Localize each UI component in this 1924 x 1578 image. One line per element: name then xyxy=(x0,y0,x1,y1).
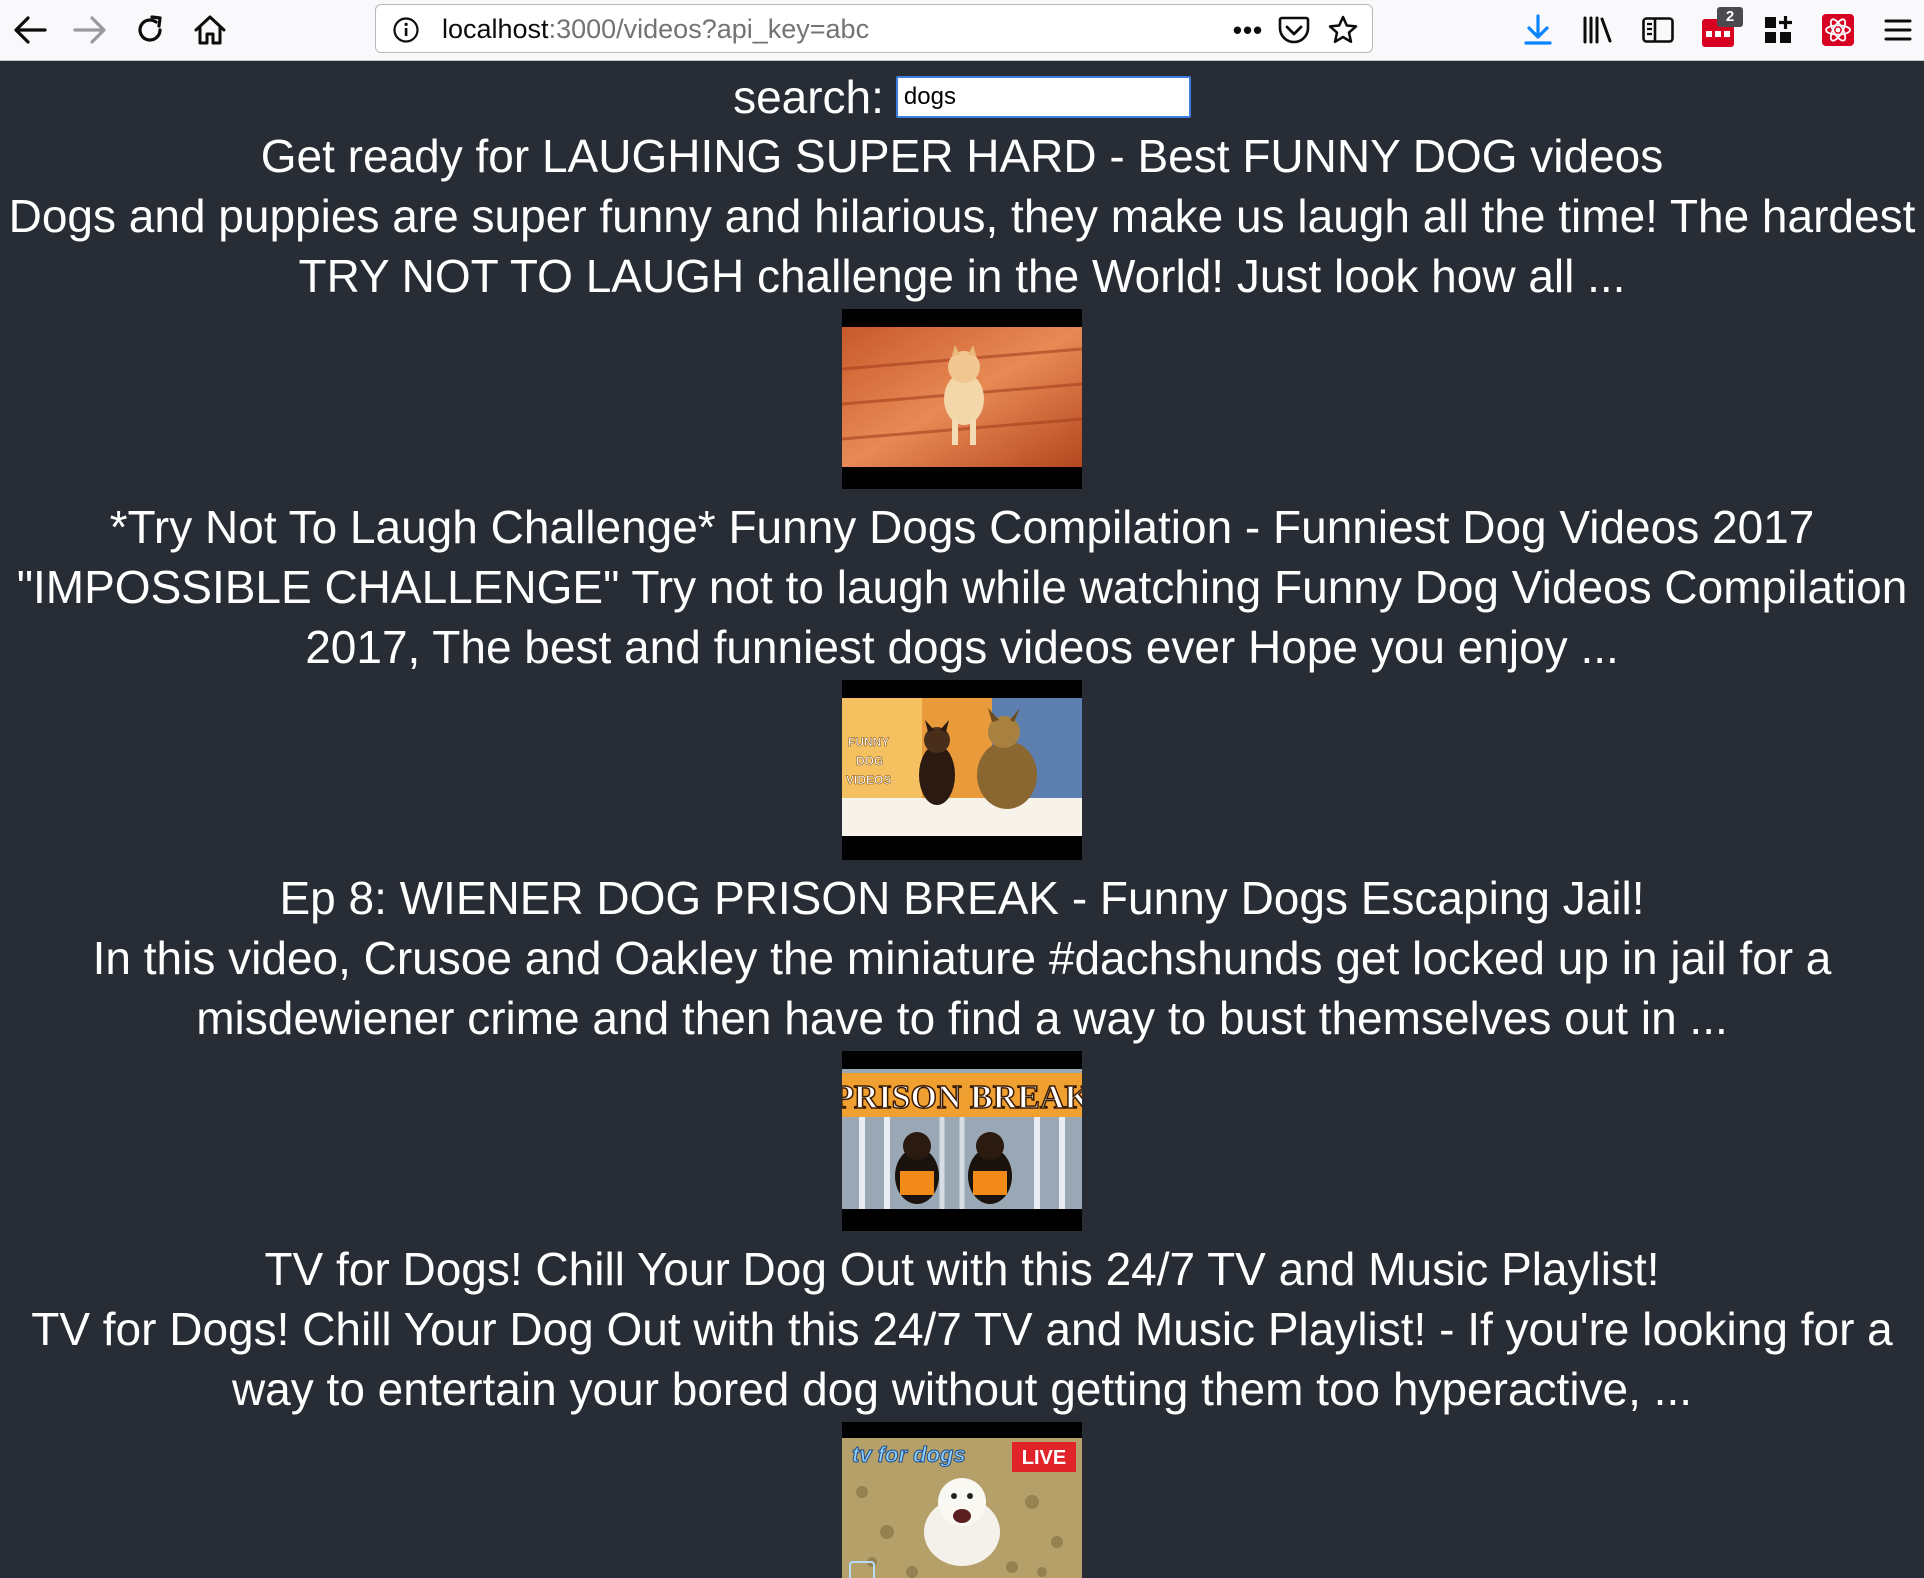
url-text[interactable]: localhost:3000/videos?api_key=abc xyxy=(442,5,869,54)
search-row: search: xyxy=(0,69,1924,125)
video-thumbnail[interactable]: PRISON BREAK xyxy=(842,1051,1082,1231)
thumb-text: FUNNY xyxy=(848,735,889,749)
reload-button[interactable] xyxy=(126,6,174,54)
url-bar[interactable]: localhost:3000/videos?api_key=abc ••• xyxy=(375,4,1373,53)
page-actions-icon[interactable]: ••• xyxy=(1231,13,1265,47)
library-icon xyxy=(1583,16,1612,44)
browser-toolbar: localhost:3000/videos?api_key=abc ••• 2 xyxy=(0,0,1924,61)
video-thumbnail[interactable] xyxy=(842,309,1082,489)
extension-grid-button[interactable] xyxy=(1754,6,1802,54)
react-devtools-icon xyxy=(1822,14,1854,46)
thumb-text: PRISON BREAK xyxy=(842,1079,1082,1116)
url-host: localhost xyxy=(442,14,549,44)
video-title[interactable]: *Try Not To Laugh Challenge* Funny Dogs … xyxy=(0,497,1924,557)
video-description: "IMPOSSIBLE CHALLENGE" Try not to laugh … xyxy=(16,561,1908,673)
thumb-text: tv for dogs xyxy=(852,1442,966,1467)
video-item[interactable]: *Try Not To Laugh Challenge* Funny Dogs … xyxy=(0,497,1924,860)
live-badge: LIVE xyxy=(1022,1447,1066,1469)
pocket-icon[interactable] xyxy=(1277,13,1311,47)
extension-badge-count: 2 xyxy=(1717,7,1743,27)
forward-arrow-icon xyxy=(73,16,106,44)
video-item[interactable]: TV for Dogs! Chill Your Dog Out with thi… xyxy=(0,1239,1924,1578)
home-button[interactable] xyxy=(186,6,234,54)
bookmark-star-icon[interactable] xyxy=(1326,13,1360,47)
back-arrow-icon xyxy=(14,16,47,44)
page-content: search: Get ready for LAUGHING SUPER HAR… xyxy=(0,61,1924,1578)
search-label: search: xyxy=(733,71,884,123)
downloads-button[interactable] xyxy=(1514,6,1562,54)
thumb-text: DOG xyxy=(856,754,883,768)
extension-ublock-button[interactable]: 2 xyxy=(1694,6,1743,54)
extension-react-button[interactable] xyxy=(1814,6,1862,54)
forward-button[interactable] xyxy=(66,6,114,54)
video-thumbnail[interactable]: FUNNY DOG VIDEOS xyxy=(842,680,1082,860)
home-icon xyxy=(194,15,226,45)
reload-icon xyxy=(138,15,162,42)
video-title[interactable]: Get ready for LAUGHING SUPER HARD - Best… xyxy=(0,126,1924,186)
video-item[interactable]: Get ready for LAUGHING SUPER HARD - Best… xyxy=(0,126,1924,489)
video-thumbnail[interactable]: tv for dogs LIVE xyxy=(842,1422,1082,1578)
sidebar-button[interactable] xyxy=(1634,6,1682,54)
menu-button[interactable] xyxy=(1874,6,1922,54)
url-path: :3000/videos?api_key=abc xyxy=(548,14,870,44)
hamburger-menu-icon xyxy=(1884,19,1912,41)
back-button[interactable] xyxy=(6,6,54,54)
site-info-icon[interactable] xyxy=(392,16,420,49)
video-description: In this video, Crusoe and Oakley the min… xyxy=(92,932,1832,1044)
video-description: TV for Dogs! Chill Your Dog Out with thi… xyxy=(31,1303,1893,1415)
search-input[interactable] xyxy=(895,76,1191,118)
video-title[interactable]: Ep 8: WIENER DOG PRISON BREAK - Funny Do… xyxy=(0,868,1924,928)
thumb-text: VIDEOS xyxy=(846,773,891,787)
sidebar-icon xyxy=(1642,17,1674,43)
video-item[interactable]: Ep 8: WIENER DOG PRISON BREAK - Funny Do… xyxy=(0,868,1924,1231)
library-button[interactable] xyxy=(1574,6,1622,54)
download-icon xyxy=(1524,14,1552,45)
video-title[interactable]: TV for Dogs! Chill Your Dog Out with thi… xyxy=(0,1239,1924,1299)
video-description: Dogs and puppies are super funny and hil… xyxy=(8,190,1916,302)
grid-plus-icon xyxy=(1765,16,1792,43)
